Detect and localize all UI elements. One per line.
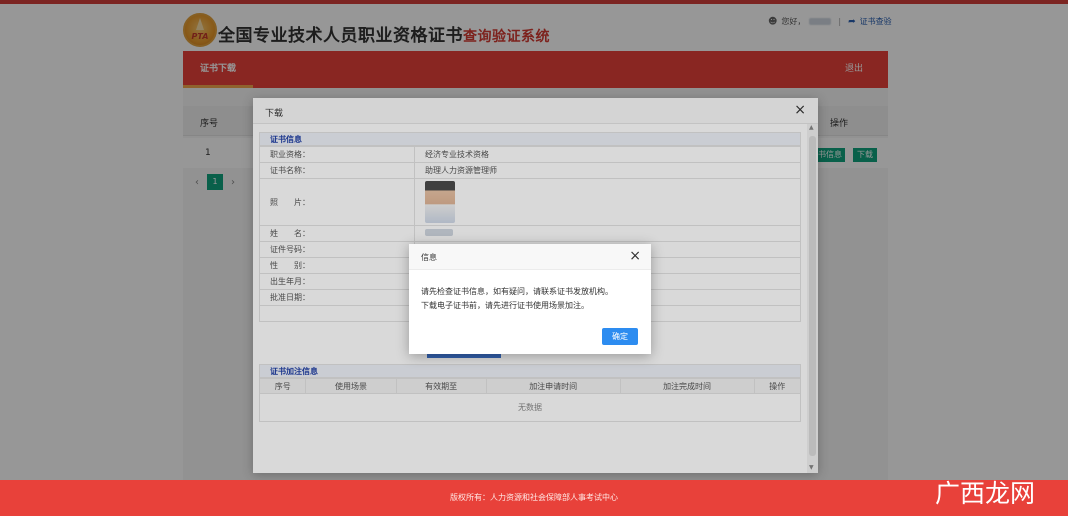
close-icon[interactable]: × xyxy=(629,248,641,264)
modal-title: 信息 xyxy=(421,253,437,262)
ok-button[interactable]: 确定 xyxy=(602,328,638,345)
watermark: 广西龙网 xyxy=(935,479,1036,508)
modal-header: 信息 × xyxy=(409,244,651,270)
footer: 版权所有：人力资源和社会保障部人事考试中心 xyxy=(0,480,1068,516)
modal-message: 请先检查证书信息，如有疑问，请联系证书发放机构。 下载电子证书前，请先进行证书使… xyxy=(421,285,613,313)
copyright-text: 版权所有：人力资源和社会保障部人事考试中心 xyxy=(450,493,618,502)
modal-line-1: 请先检查证书信息，如有疑问，请联系证书发放机构。 xyxy=(421,287,613,296)
info-modal: 信息 × 请先检查证书信息，如有疑问，请联系证书发放机构。 下载电子证书前，请先… xyxy=(409,244,651,354)
modal-line-2: 下载电子证书前，请先进行证书使用场景加注。 xyxy=(421,301,589,310)
